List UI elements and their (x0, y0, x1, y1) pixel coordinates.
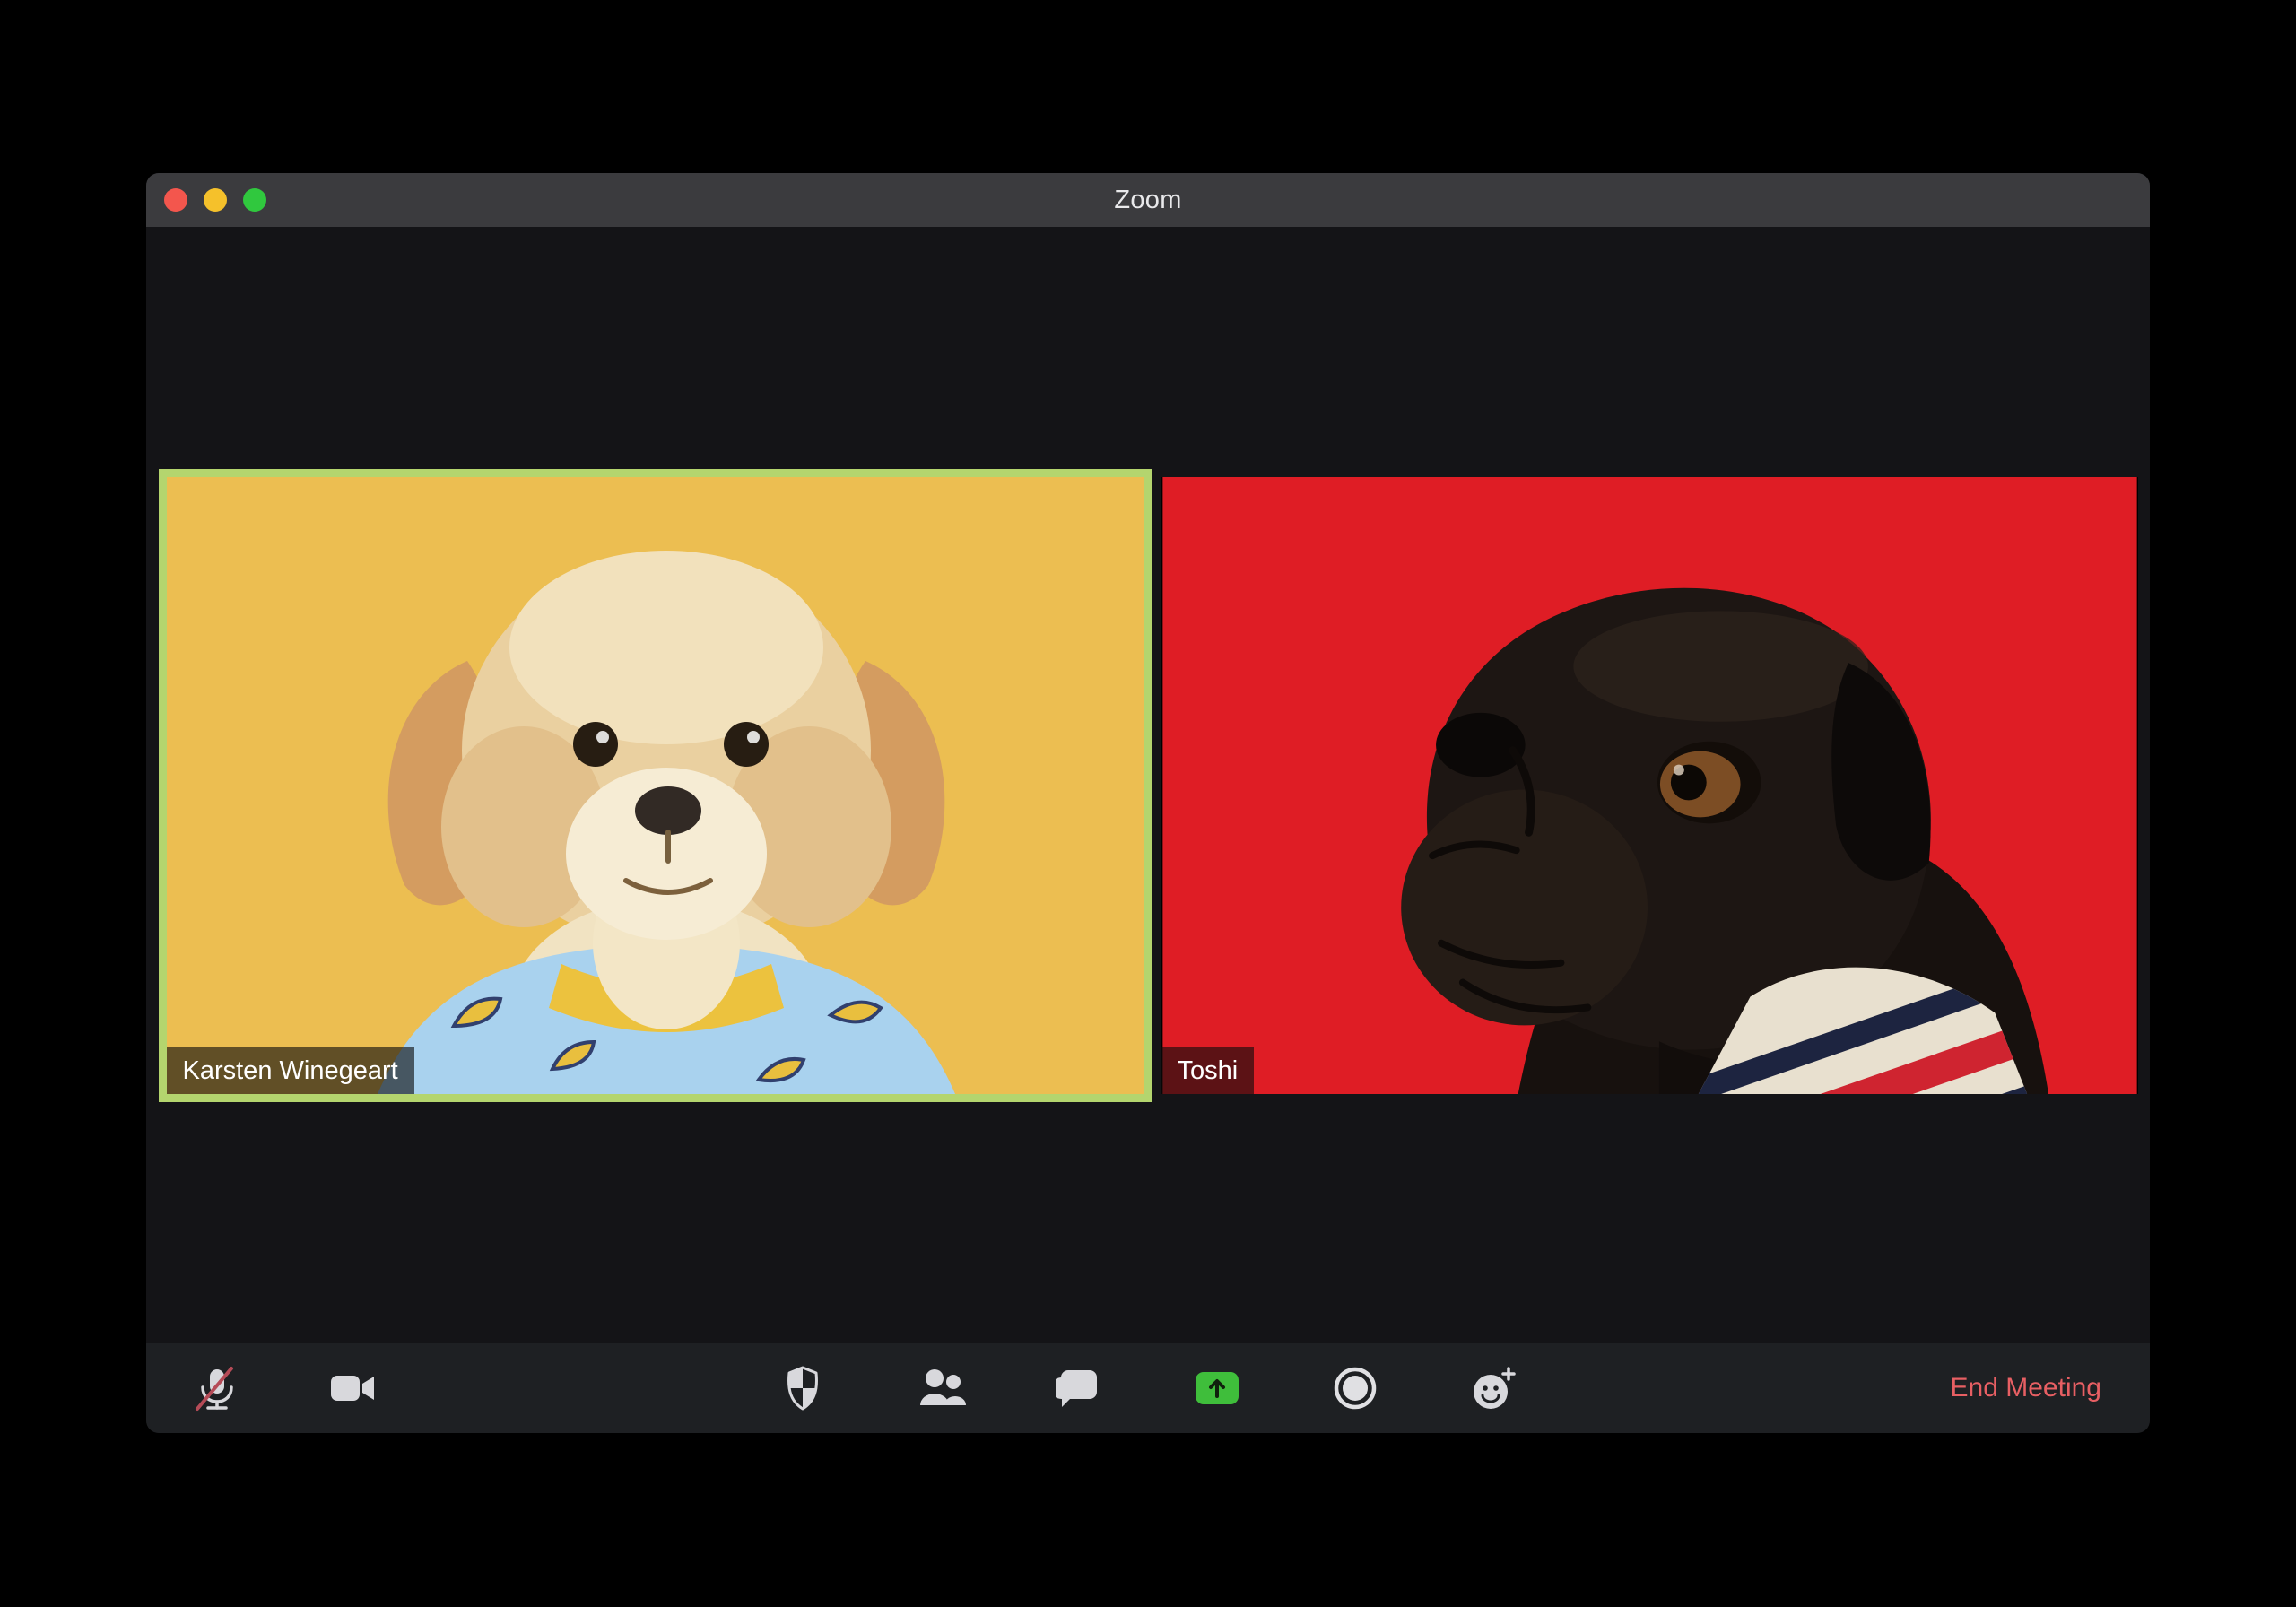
fullscreen-window-button[interactable] (243, 188, 266, 212)
meeting-toolbar: End Meeting (146, 1343, 2150, 1433)
participants-button[interactable] (872, 1343, 1010, 1433)
participant-name-label: Karsten Winegeart (166, 1047, 414, 1094)
record-button[interactable] (1286, 1343, 1424, 1433)
share-screen-button[interactable] (1148, 1343, 1286, 1433)
chat-button[interactable] (1010, 1343, 1148, 1433)
video-grid: Karsten Winegeart Toshi (146, 227, 2150, 1343)
close-window-button[interactable] (164, 188, 187, 212)
security-shield-button[interactable] (734, 1343, 872, 1433)
video-camera-icon (331, 1376, 374, 1401)
zoom-window: Zoom Karsten Winegeart Toshi End Meeting (146, 173, 2150, 1433)
video-tile-active-speaker[interactable]: Karsten Winegeart (158, 468, 1152, 1102)
participant-video-dog-red (1161, 476, 2137, 1094)
participants-icon (920, 1369, 966, 1405)
chat-icon (1056, 1370, 1097, 1407)
end-meeting-button[interactable]: End Meeting (1945, 1343, 2107, 1433)
video-camera-button[interactable] (284, 1343, 422, 1433)
reactions-smiley-icon (1474, 1367, 1516, 1409)
record-icon (1334, 1367, 1377, 1410)
window-title: Zoom (1114, 185, 1182, 214)
toolbar-left-group (146, 1343, 422, 1433)
toolbar-center-group (734, 1343, 1562, 1433)
video-tile: Karsten Winegeart (166, 476, 1144, 1094)
video-tile: Toshi (1161, 476, 2138, 1094)
reactions-button[interactable] (1424, 1343, 1562, 1433)
share-screen-icon (1196, 1372, 1239, 1404)
participant-name-label: Toshi (1161, 1047, 1255, 1094)
security-shield-icon (787, 1366, 818, 1411)
video-tile-remote[interactable]: Toshi (1161, 476, 2138, 1094)
window-titlebar[interactable]: Zoom (146, 173, 2150, 227)
minimize-window-button[interactable] (204, 188, 227, 212)
participant-video-dog-yellow (166, 476, 1144, 1094)
traffic-lights (164, 173, 266, 227)
mute-microphone-button[interactable] (146, 1343, 284, 1433)
microphone-muted-icon (196, 1367, 233, 1411)
